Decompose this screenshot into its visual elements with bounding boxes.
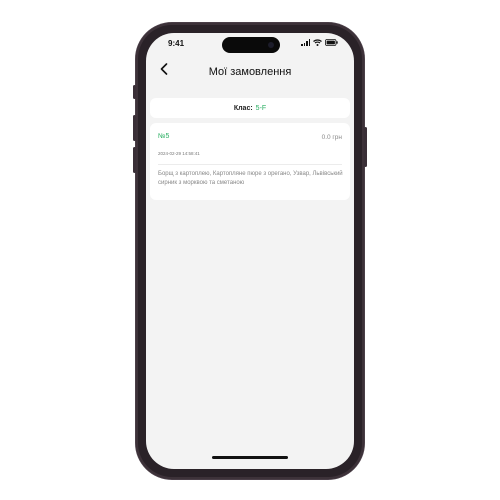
order-price: 0.0 грн [321, 134, 342, 141]
page-title: Мої замовлення [208, 66, 292, 78]
class-label: Клас: [233, 104, 253, 112]
dynamic-island [222, 37, 280, 53]
power-button [364, 127, 367, 167]
silent-switch [133, 85, 136, 99]
status-time: 9:41 [168, 39, 185, 48]
phone-frame: 9:41 Мої замовлення Клас: 5-F №5 0.0 грн… [133, 23, 367, 479]
order-divider [158, 164, 342, 165]
order-date: 2024-02-29 14:58:41 [158, 151, 200, 156]
battery-icon [325, 39, 338, 46]
class-filter[interactable]: Клас: 5-F [150, 98, 350, 118]
wifi-icon [313, 39, 322, 46]
app-header: Мої замовлення [146, 59, 354, 85]
camera-icon [268, 42, 274, 48]
status-bar: 9:41 [146, 33, 354, 55]
signal-icon [301, 39, 310, 46]
volume-up-button [133, 115, 136, 141]
order-card[interactable]: №5 0.0 грн 2024-02-29 14:58:41 Борщ з ка… [150, 123, 350, 200]
status-icons [301, 39, 338, 46]
order-items: Борщ з картоплею, Картопляне пюре з орег… [158, 171, 343, 186]
home-indicator[interactable] [212, 456, 288, 459]
volume-down-button [133, 147, 136, 173]
class-value: 5-F [255, 104, 267, 112]
app-screen: 9:41 Мої замовлення Клас: 5-F №5 0.0 грн… [146, 33, 354, 469]
order-number: №5 [158, 133, 170, 140]
